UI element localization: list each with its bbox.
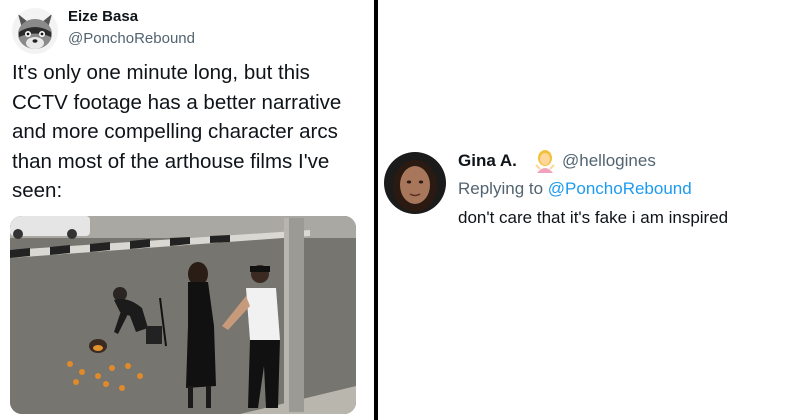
tweet-video-media[interactable] — [10, 216, 356, 414]
left-tweet-panel: Eize Basa @PonchoRebound It's only one m… — [0, 0, 374, 420]
replying-to-handle-link[interactable]: @PonchoRebound — [548, 179, 692, 198]
reply-author-name[interactable]: Gina A. — [458, 151, 517, 171]
replying-to-label: Replying to — [458, 179, 548, 198]
tweet-author-handle[interactable]: @PonchoRebound — [68, 30, 195, 47]
raccoon-avatar-icon[interactable] — [12, 8, 58, 54]
reply-text: don't care that it's fake i am inspired — [458, 208, 729, 227]
replying-to-line: Replying to @PonchoRebound — [458, 179, 692, 199]
tweet-text: It's only one minute long, but this CCTV… — [12, 61, 342, 202]
person-shrugging-emoji-icon — [534, 149, 556, 173]
gina-avatar-icon[interactable] — [384, 152, 446, 214]
right-reply-panel: Gina A. @hellogines Replying to @PonchoR… — [378, 0, 800, 420]
reply-author-handle[interactable]: @hellogines — [562, 151, 656, 171]
tweet-author-name[interactable]: Eize Basa — [68, 8, 138, 25]
